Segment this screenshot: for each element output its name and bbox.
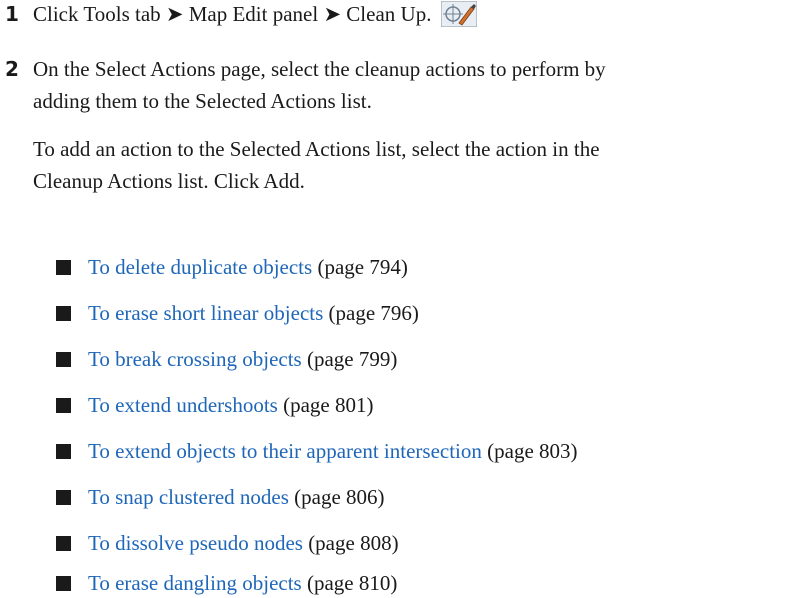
link-extend-undershoots[interactable]: To extend undershoots [88,393,278,417]
bullet-icon [56,576,71,591]
link-delete-duplicate-objects[interactable]: To delete duplicate objects [88,255,312,279]
step-2-para-line-1: To add an action to the Selected Actions… [33,137,600,161]
step-2-line-1: On the Select Actions page, select the c… [33,57,606,81]
bullet-icon [56,444,71,459]
link-snap-clustered-nodes[interactable]: To snap clustered nodes [88,485,289,509]
page-ref: (page 801) [283,393,374,417]
page-ref: (page 806) [294,485,385,509]
step-2-para-line-2: Cleanup Actions list. Click Add. [33,169,305,193]
link-break-crossing-objects[interactable]: To break crossing objects [88,347,302,371]
step-text: Click Tools tab ➤ Map Edit panel ➤ Clean… [33,0,477,29]
bullet-icon [56,536,71,551]
bullet-icon [56,260,71,275]
link-erase-short-linear-objects[interactable]: To erase short linear objects [88,301,323,325]
step-1-text: Click Tools tab ➤ Map Edit panel ➤ Clean… [33,2,432,26]
bullet-icon [56,352,71,367]
step-2-line-2: adding them to the Selected Actions list… [33,89,372,113]
page-ref: (page 794) [317,255,408,279]
page-ref: (page 803) [487,439,578,463]
page-ref: (page 796) [328,301,419,325]
link-dissolve-pseudo-nodes[interactable]: To dissolve pseudo nodes [88,531,303,555]
bullet-icon [56,490,71,505]
step-number: 1 [5,2,19,26]
clean-up-tool-icon[interactable] [440,1,477,27]
link-extend-objects-apparent-intersection[interactable]: To extend objects to their apparent inte… [88,439,482,463]
page-ref: (page 799) [306,347,398,371]
page-ref: (page 810) [306,571,398,595]
link-erase-dangling-objects[interactable]: To erase dangling objects [88,571,302,595]
page-ref: (page 808) [308,531,399,555]
bullet-icon [56,398,71,413]
bullet-icon [56,306,71,321]
step-number: 2 [5,57,19,81]
